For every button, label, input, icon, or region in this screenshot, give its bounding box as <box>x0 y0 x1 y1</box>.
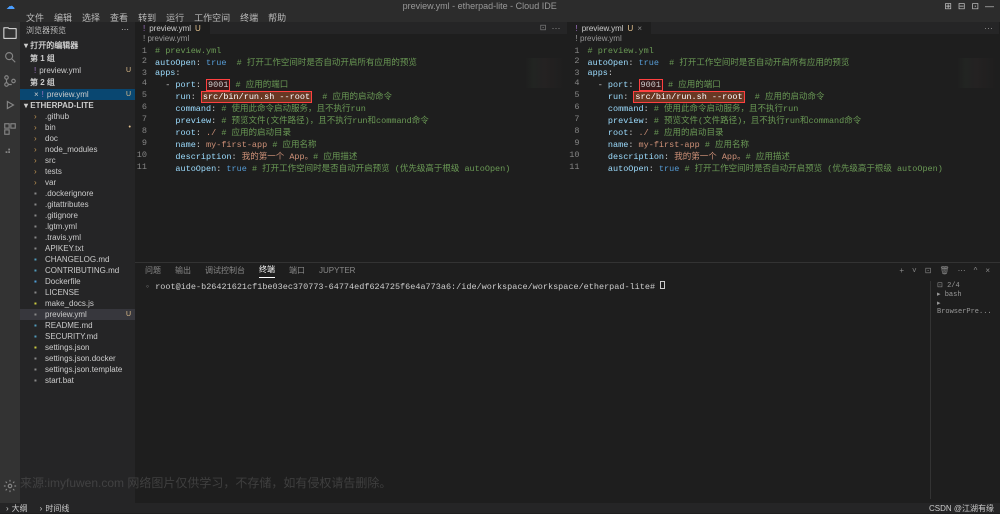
terminal-add-icon[interactable]: + <box>899 266 904 275</box>
tree-item[interactable]: ›node_modules <box>20 144 135 155</box>
docker-icon[interactable] <box>3 146 17 160</box>
settings-icon[interactable] <box>3 479 17 493</box>
open-file-2[interactable]: ×!preview.ymlU <box>20 89 135 100</box>
tree-item[interactable]: ▪settings.json.docker <box>20 353 135 364</box>
layout-icon-2[interactable]: ⊟ <box>958 1 966 12</box>
tree-item[interactable]: ›.github <box>20 111 135 122</box>
split-icon[interactable]: ⊡ <box>540 23 547 32</box>
open-file-1[interactable]: !preview.ymlU <box>20 65 135 76</box>
tree-item[interactable]: ▪README.md <box>20 320 135 331</box>
minimap[interactable] <box>525 58 565 88</box>
tree-item[interactable]: ▪start.bat <box>20 375 135 386</box>
editor-more-icon[interactable]: ⋯ <box>984 23 993 34</box>
tree-item[interactable]: ▪.dockerignore <box>20 188 135 199</box>
code-editor[interactable]: 1# preview.yml2autoOpen: true # 打开工作空间时是… <box>135 44 567 262</box>
cloud-logo-icon: ☁ <box>6 1 15 12</box>
tree-item[interactable]: ▪make_docs.js <box>20 298 135 309</box>
status-outline[interactable]: › 大纲 <box>0 503 34 514</box>
panel-tab[interactable]: 问题 <box>145 263 161 278</box>
breadcrumb[interactable]: ! preview.yml <box>135 34 567 44</box>
tree-item[interactable]: ▪CHANGELOG.md <box>20 254 135 265</box>
panel-tab[interactable]: 调试控制台 <box>205 263 245 278</box>
code-editor[interactable]: 1# preview.yml2autoOpen: true # 打开工作空间时是… <box>568 44 1000 262</box>
tree-item[interactable]: ▪Dockerfile <box>20 276 135 287</box>
editor-tab[interactable]: !preview.yml U× <box>568 22 651 34</box>
panel-tab[interactable]: 端口 <box>289 263 305 278</box>
breadcrumb[interactable]: ! preview.yml <box>568 34 1000 44</box>
tree-item[interactable]: ▪.gitattributes <box>20 199 135 210</box>
terminal-instance[interactable]: ▸ bash <box>937 290 990 299</box>
terminal-instance[interactable]: ▸ BrowserPre... <box>937 299 990 316</box>
tree-item[interactable]: ▪settings.json <box>20 342 135 353</box>
tree-item[interactable]: ›tests <box>20 166 135 177</box>
editor-group-2: 第 2 组 <box>20 76 135 89</box>
layout-icon[interactable]: ⊞ <box>944 1 952 12</box>
terminal-prompt[interactable]: root@ide-b26421621cf1be03ec370773-64774e… <box>155 282 655 292</box>
tree-item[interactable]: ▪APIKEY.txt <box>20 243 135 254</box>
tree-item[interactable]: ▪preview.ymlU <box>20 309 135 320</box>
panel-tab[interactable]: 终端 <box>259 262 275 278</box>
layout-icon-3[interactable]: ⊡ <box>971 1 979 12</box>
editor-tab[interactable]: !preview.yml U <box>135 22 210 34</box>
terminal-kill-icon[interactable]: 🗑 <box>939 266 949 275</box>
sidebar-title: 浏览器预览 <box>26 25 66 36</box>
panel-tab[interactable]: JUPYTER <box>319 264 355 277</box>
minimize-icon[interactable]: — <box>985 1 994 11</box>
explorer-icon[interactable] <box>3 26 17 40</box>
terminal-dropdown-icon[interactable]: ˅ <box>912 266 917 275</box>
window-title: preview.yml - etherpad-lite - Cloud IDE <box>403 1 557 11</box>
minimap[interactable] <box>957 58 997 88</box>
close-icon[interactable]: × <box>637 24 642 33</box>
panel-tab[interactable]: 输出 <box>175 263 191 278</box>
tree-item[interactable]: ▪LICENSE <box>20 287 135 298</box>
tree-item[interactable]: ›doc <box>20 133 135 144</box>
editor-group-1: 第 1 组 <box>20 52 135 65</box>
tree-item[interactable]: ▪.lgtm.yml <box>20 221 135 232</box>
tree-item[interactable]: ›src <box>20 155 135 166</box>
source-control-icon[interactable] <box>3 74 17 88</box>
editor-more-icon[interactable]: ⋯ <box>552 23 561 34</box>
terminal-cursor[interactable] <box>660 281 665 289</box>
tree-item[interactable]: ›bin• <box>20 122 135 133</box>
panel-maximize-icon[interactable]: ^ <box>974 266 978 275</box>
debug-icon[interactable] <box>3 98 17 112</box>
terminal-more-icon[interactable]: ⋯ <box>958 266 966 275</box>
section-open-editors[interactable]: ▾ 打开的编辑器 <box>20 39 135 52</box>
tree-item[interactable]: ›var <box>20 177 135 188</box>
section-project[interactable]: ▾ ETHERPAD-LITE <box>20 100 135 111</box>
panel-close-icon[interactable]: × <box>985 266 990 275</box>
tree-item[interactable]: ▪settings.json.template <box>20 364 135 375</box>
terminal-count: ⊡ 2/4 <box>937 281 990 290</box>
status-right: CSDN @江湖有缘 <box>923 503 1000 514</box>
extensions-icon[interactable] <box>3 122 17 136</box>
tree-item[interactable]: ▪CONTRIBUTING.md <box>20 265 135 276</box>
search-icon[interactable] <box>3 50 17 64</box>
status-timeline[interactable]: › 时间线 <box>34 503 76 514</box>
tree-item[interactable]: ▪SECURITY.md <box>20 331 135 342</box>
tree-item[interactable]: ▪.travis.yml <box>20 232 135 243</box>
more-icon[interactable]: ⋯ <box>121 25 129 36</box>
terminal-split-icon[interactable]: ⊡ <box>925 266 932 275</box>
tree-item[interactable]: ▪.gitignore <box>20 210 135 221</box>
